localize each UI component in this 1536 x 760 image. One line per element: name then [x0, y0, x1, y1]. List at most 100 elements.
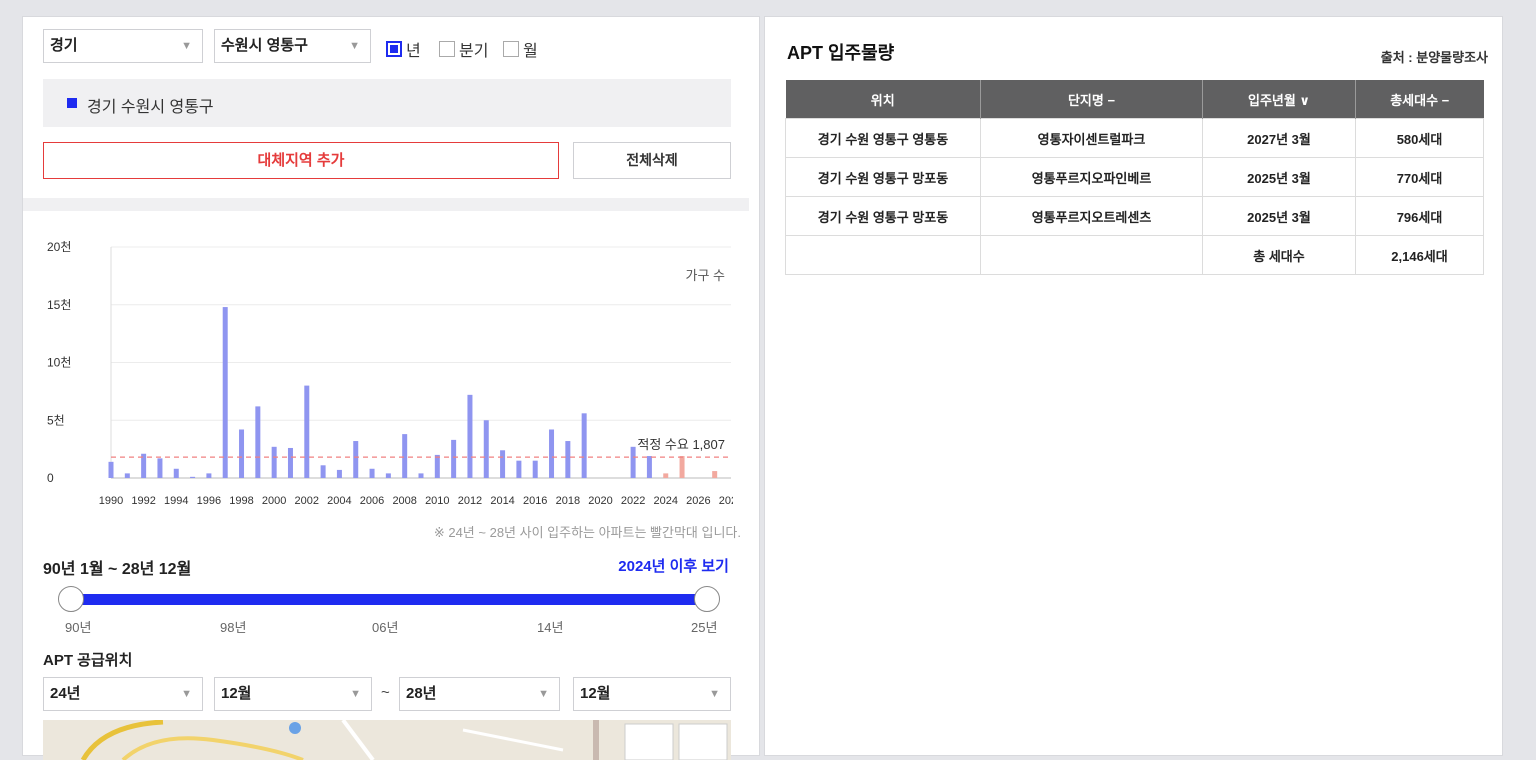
chart-y-axis: 0 5천 10천 15천 20천 — [47, 239, 71, 485]
bar-2005[interactable] — [353, 441, 359, 478]
chevron-down-icon: ▼ — [349, 40, 360, 52]
bar-2003[interactable] — [320, 465, 326, 478]
x-tick-label: 1990 — [99, 495, 123, 507]
section-divider — [23, 198, 749, 211]
checkbox-icon — [439, 41, 455, 57]
chevron-down-icon: ▼ — [538, 688, 549, 700]
column-complex-name[interactable]: 단지명 − — [980, 80, 1203, 119]
checkbox-year[interactable]: 년 — [386, 37, 421, 61]
province-value: 경기 — [50, 37, 78, 54]
chart-note: ※ 24년 ~ 28년 사이 입주하는 아파트는 빨간막대 입니다. — [433, 525, 741, 540]
table-row[interactable]: 경기 수원 영통구 망포동 영통푸르지오트레센츠 2025년 3월 796세대 — [785, 196, 1484, 236]
range-tick: 98년 — [220, 620, 247, 635]
bar-2027[interactable] — [712, 471, 718, 478]
bar-2013[interactable] — [483, 420, 489, 478]
bar-1995[interactable] — [190, 476, 196, 478]
bar-2016[interactable] — [532, 460, 538, 478]
x-tick-label: 2006 — [360, 495, 384, 507]
cell-empty — [785, 235, 981, 275]
province-select[interactable]: 경기 ▼ — [43, 29, 203, 63]
bar-1997[interactable] — [222, 307, 228, 478]
range-slider-end-handle[interactable] — [694, 586, 720, 612]
cell-complex-name: 영통푸르지오파인베르 — [980, 157, 1203, 197]
from-month-value: 12월 — [221, 685, 252, 702]
x-tick-label: 1996 — [197, 495, 221, 507]
table-total-row: 총 세대수 2,146세대 — [785, 235, 1484, 275]
bar-2009[interactable] — [418, 473, 424, 478]
to-month-value: 12월 — [580, 685, 611, 702]
range-slider-start-handle[interactable] — [58, 586, 84, 612]
from-month-select[interactable]: 12월 ▼ — [214, 677, 372, 711]
bar-2012[interactable] — [467, 394, 473, 478]
supply-bar-chart: 0 5천 10천 15천 20천 1990 1992 1994 1996 1998 2000 200… — [47, 239, 733, 507]
cell-complex-name: 영통자이센트럴파크 — [980, 118, 1203, 158]
checkbox-month[interactable]: 월 — [503, 37, 538, 61]
to-month-select[interactable]: 12월 ▼ — [573, 677, 731, 711]
cell-total-value: 2,146세대 — [1355, 235, 1484, 275]
bar-2025[interactable] — [679, 456, 685, 478]
bar-2019[interactable] — [581, 413, 587, 478]
supply-map[interactable] — [43, 720, 731, 760]
table-row[interactable]: 경기 수원 영통구 망포동 영통푸르지오파인베르 2025년 3월 770세대 — [785, 157, 1484, 197]
bar-1998[interactable] — [239, 429, 245, 478]
y-tick-label: 15천 — [47, 297, 71, 312]
bar-2000[interactable] — [271, 446, 277, 478]
bar-1991[interactable] — [124, 473, 130, 478]
bar-2017[interactable] — [549, 429, 555, 478]
column-location: 위치 — [785, 80, 981, 119]
checkbox-quarter[interactable]: 분기 — [439, 37, 488, 61]
bar-2010[interactable] — [434, 454, 440, 478]
after-2024-link[interactable]: 2024년 이후 보기 — [618, 555, 729, 576]
range-slider-track[interactable] — [69, 594, 707, 605]
x-tick-label: 2010 — [425, 495, 449, 507]
bar-2022[interactable] — [630, 446, 636, 478]
range-tick: 06년 — [372, 620, 399, 635]
bar-2002[interactable] — [304, 385, 310, 478]
cell-empty — [980, 235, 1203, 275]
bar-2015[interactable] — [516, 460, 522, 478]
from-year-select[interactable]: 24년 ▼ — [43, 677, 203, 711]
cell-location: 경기 수원 영통구 망포동 — [785, 157, 981, 197]
bar-2007[interactable] — [385, 473, 391, 478]
x-tick-label: 2002 — [295, 495, 319, 507]
chart-bars — [108, 307, 718, 478]
selected-region-bar: 경기 수원시 영통구 — [43, 79, 731, 127]
bar-2006[interactable] — [369, 468, 375, 478]
bar-2004[interactable] — [336, 469, 342, 478]
district-select[interactable]: 수원시 영통구 ▼ — [214, 29, 371, 63]
column-total-units[interactable]: 총세대수 − — [1355, 80, 1484, 119]
chart-ylabel: 가구 수 — [686, 268, 726, 283]
delete-all-button[interactable]: 전체삭제 — [573, 142, 731, 179]
bar-2018[interactable] — [565, 441, 571, 478]
bar-1996[interactable] — [206, 473, 212, 478]
y-tick-label: 20천 — [47, 239, 71, 254]
bar-1994[interactable] — [173, 468, 179, 478]
add-region-button[interactable]: 대체지역 추가 — [43, 142, 559, 179]
x-tick-label: 2008 — [392, 495, 416, 507]
to-year-select[interactable]: 28년 ▼ — [399, 677, 560, 711]
range-tick: 14년 — [537, 620, 564, 635]
bar-2014[interactable] — [500, 450, 506, 478]
table-row[interactable]: 경기 수원 영통구 영통동 영통자이센트럴파크 2027년 3월 580세대 — [785, 118, 1484, 158]
x-tick-label: 1992 — [131, 495, 155, 507]
bar-2001[interactable] — [287, 447, 293, 478]
chevron-down-icon: ▼ — [350, 688, 361, 700]
range-tick: 25년 — [691, 620, 718, 635]
bar-1990[interactable] — [108, 461, 114, 478]
x-tick-label: 1994 — [164, 495, 188, 507]
y-tick-label: 10천 — [47, 355, 71, 370]
cell-move-in-date: 2027년 3월 — [1202, 118, 1356, 158]
x-tick-label: 2022 — [621, 495, 645, 507]
left-panel: 경기 ▼ 수원시 영통구 ▼ 년 분기 월 경기 수원시 영통구 대체지역 추가… — [22, 16, 760, 760]
bar-1999[interactable] — [255, 406, 261, 478]
cell-move-in-date: 2025년 3월 — [1202, 196, 1356, 236]
bar-2011[interactable] — [451, 439, 457, 478]
checkbox-icon — [503, 41, 519, 57]
bar-2023[interactable] — [646, 456, 652, 478]
bar-1993[interactable] — [157, 458, 163, 478]
bar-2024[interactable] — [663, 473, 669, 478]
x-tick-label: 2018 — [556, 495, 580, 507]
cell-total-label: 총 세대수 — [1202, 235, 1356, 275]
bar-2008[interactable] — [402, 434, 408, 478]
column-move-in-date[interactable]: 입주년월 ∨ — [1202, 80, 1356, 119]
